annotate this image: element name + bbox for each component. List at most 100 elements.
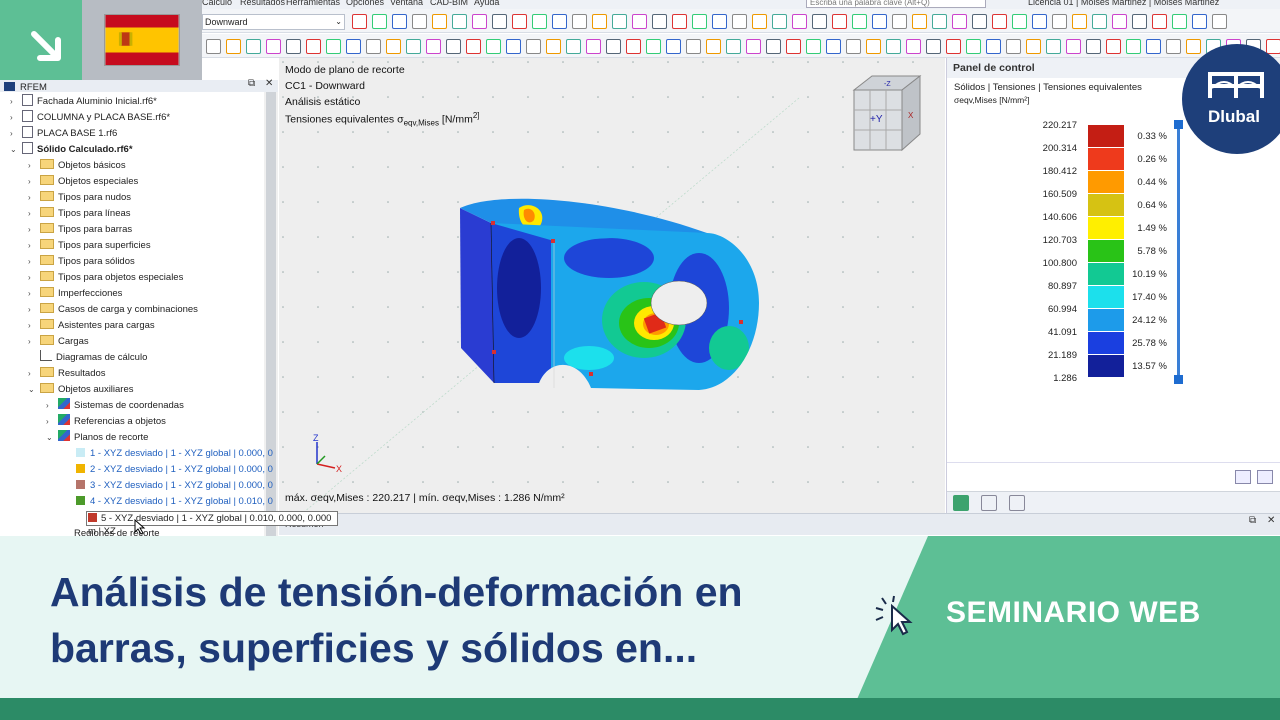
toolbar-icon[interactable] xyxy=(1052,14,1067,29)
toolbar-icon[interactable] xyxy=(1186,39,1201,54)
toolbar-icon[interactable] xyxy=(746,39,761,54)
toolbar-icon[interactable] xyxy=(886,39,901,54)
toolbar-icon[interactable] xyxy=(1132,14,1147,29)
toolbar-icon[interactable] xyxy=(1166,39,1181,54)
toolbar-icon[interactable] xyxy=(812,14,827,29)
toolbar-icon[interactable] xyxy=(1172,14,1187,29)
settings-icon[interactable] xyxy=(1235,470,1251,484)
toolbar-icon[interactable] xyxy=(692,14,707,29)
toolbar-icon[interactable] xyxy=(1212,14,1227,29)
dock-icon[interactable]: ⧉ xyxy=(248,78,255,89)
toolbar-icon[interactable] xyxy=(872,14,887,29)
tree-item[interactable]: › Asistentes para cargas xyxy=(28,318,155,334)
tab-arrow-icon[interactable] xyxy=(1009,495,1025,511)
menu-item[interactable]: Herramientas xyxy=(286,0,340,7)
chevron-right-icon[interactable]: › xyxy=(28,190,31,206)
tree-item[interactable]: 4 - XYZ desviado | 1 - XYZ global | 0.01… xyxy=(76,494,273,510)
toolbar-icon[interactable] xyxy=(1012,14,1027,29)
load-case-combo[interactable]: Downward ⌄ xyxy=(202,14,345,30)
toolbar-icon[interactable] xyxy=(912,14,927,29)
tree-item[interactable]: › Fachada Aluminio Inicial.rf6* xyxy=(10,94,157,110)
chevron-right-icon[interactable]: › xyxy=(28,270,31,286)
tree-item[interactable]: ⌄ Planos de recorte xyxy=(46,430,148,446)
tab-color-scale-icon[interactable] xyxy=(953,495,969,511)
tree-item[interactable]: › Tipos para líneas xyxy=(28,206,131,222)
selected-tree-row[interactable]: 5 - XYZ desviado | 1 - XYZ global | 0.01… xyxy=(86,511,338,537)
legend-slider[interactable] xyxy=(1177,120,1180,382)
toolbar-icon[interactable] xyxy=(626,39,641,54)
toolbar-icon[interactable] xyxy=(226,39,241,54)
toolbar-icon[interactable] xyxy=(606,39,621,54)
toolbar-icon[interactable] xyxy=(966,39,981,54)
tree-item[interactable]: › Tipos para barras xyxy=(28,222,132,238)
menu-item[interactable]: CAD-BIM xyxy=(430,0,468,7)
tree-item[interactable]: › Resultados xyxy=(28,366,106,382)
chevron-right-icon[interactable]: › xyxy=(28,302,31,318)
toolbar-icon[interactable] xyxy=(346,39,361,54)
toolbar-icon[interactable] xyxy=(952,14,967,29)
chevron-right-icon[interactable]: › xyxy=(28,158,31,174)
menu-item[interactable]: Ayuda xyxy=(474,0,499,7)
toolbar-icon[interactable] xyxy=(926,39,941,54)
toolbar-icon[interactable] xyxy=(472,14,487,29)
dock-icon[interactable]: ⧉ xyxy=(1249,515,1256,526)
chevron-down-icon[interactable]: ⌄ xyxy=(28,382,35,398)
toolbar-icon[interactable] xyxy=(1152,14,1167,29)
menu-item[interactable]: Cálculo xyxy=(202,0,232,7)
toolbar-icon[interactable] xyxy=(1106,39,1121,54)
toolbar-icon[interactable] xyxy=(1072,14,1087,29)
tree-item[interactable]: › Tipos para nudos xyxy=(28,190,131,206)
tree-item[interactable]: › Objetos básicos xyxy=(28,158,126,174)
slider-handle-bottom[interactable] xyxy=(1174,375,1183,384)
toolbar-icon[interactable] xyxy=(706,39,721,54)
toolbar-icon[interactable] xyxy=(486,39,501,54)
toolbar-icon[interactable] xyxy=(806,39,821,54)
search-input[interactable]: Escriba una palabra clave (Alt+Q) xyxy=(806,0,986,8)
chevron-right-icon[interactable]: › xyxy=(10,110,13,126)
chevron-right-icon[interactable]: › xyxy=(28,206,31,222)
toolbar-icon[interactable] xyxy=(992,14,1007,29)
toolbar-icon[interactable] xyxy=(206,39,221,54)
tree-item[interactable]: Diagramas de cálculo xyxy=(40,350,147,366)
toolbar-icon[interactable] xyxy=(366,39,381,54)
toolbar-icon[interactable] xyxy=(826,39,841,54)
tree-item[interactable]: 1 - XYZ desviado | 1 - XYZ global | 0.00… xyxy=(76,446,273,462)
tree-item[interactable]: ⌄ Sólido Calculado.rf6* xyxy=(10,142,133,158)
toolbar-icon[interactable] xyxy=(412,14,427,29)
tree-item[interactable]: › Tipos para objetos especiales xyxy=(28,270,183,286)
toolbar-icon[interactable] xyxy=(646,39,661,54)
toolbar-icon[interactable] xyxy=(512,14,527,29)
toolbar-icon[interactable] xyxy=(1006,39,1021,54)
toolbar-icon[interactable] xyxy=(506,39,521,54)
toolbar-icon[interactable] xyxy=(1026,39,1041,54)
toolbar-icon[interactable] xyxy=(1146,39,1161,54)
toolbar-icon[interactable] xyxy=(446,39,461,54)
chevron-right-icon[interactable]: › xyxy=(28,366,31,382)
toolbar-icon[interactable] xyxy=(972,14,987,29)
close-icon[interactable]: ✕ xyxy=(1267,515,1275,526)
chevron-right-icon[interactable]: › xyxy=(28,286,31,302)
toolbar-icon[interactable] xyxy=(772,14,787,29)
toolbar-icon[interactable] xyxy=(652,14,667,29)
toolbar-icon[interactable] xyxy=(572,14,587,29)
toolbar-icon[interactable] xyxy=(766,39,781,54)
toolbar-icon[interactable] xyxy=(1192,14,1207,29)
chevron-down-icon[interactable]: ⌄ xyxy=(10,142,17,158)
chevron-right-icon[interactable]: › xyxy=(46,414,49,430)
toolbar-icon[interactable] xyxy=(892,14,907,29)
tree-item[interactable]: › COLUMNA y PLACA BASE.rf6* xyxy=(10,110,170,126)
toolbar-icon[interactable] xyxy=(986,39,1001,54)
toolbar-icon[interactable] xyxy=(592,14,607,29)
chevron-right-icon[interactable]: › xyxy=(28,222,31,238)
chevron-right-icon[interactable]: › xyxy=(10,126,13,142)
toolbar-icon[interactable] xyxy=(852,14,867,29)
toolbar-icon[interactable] xyxy=(532,14,547,29)
toolbar-icon[interactable] xyxy=(1066,39,1081,54)
tree-item[interactable]: › Tipos para superficies xyxy=(28,238,151,254)
toolbar-icon[interactable] xyxy=(946,39,961,54)
tree-item[interactable]: ⌄ Objetos auxiliares xyxy=(28,382,134,398)
toolbar-icon[interactable] xyxy=(546,39,561,54)
toolbar-icon[interactable] xyxy=(732,14,747,29)
chevron-right-icon[interactable]: › xyxy=(46,398,49,414)
toolbar-icon[interactable] xyxy=(1032,14,1047,29)
